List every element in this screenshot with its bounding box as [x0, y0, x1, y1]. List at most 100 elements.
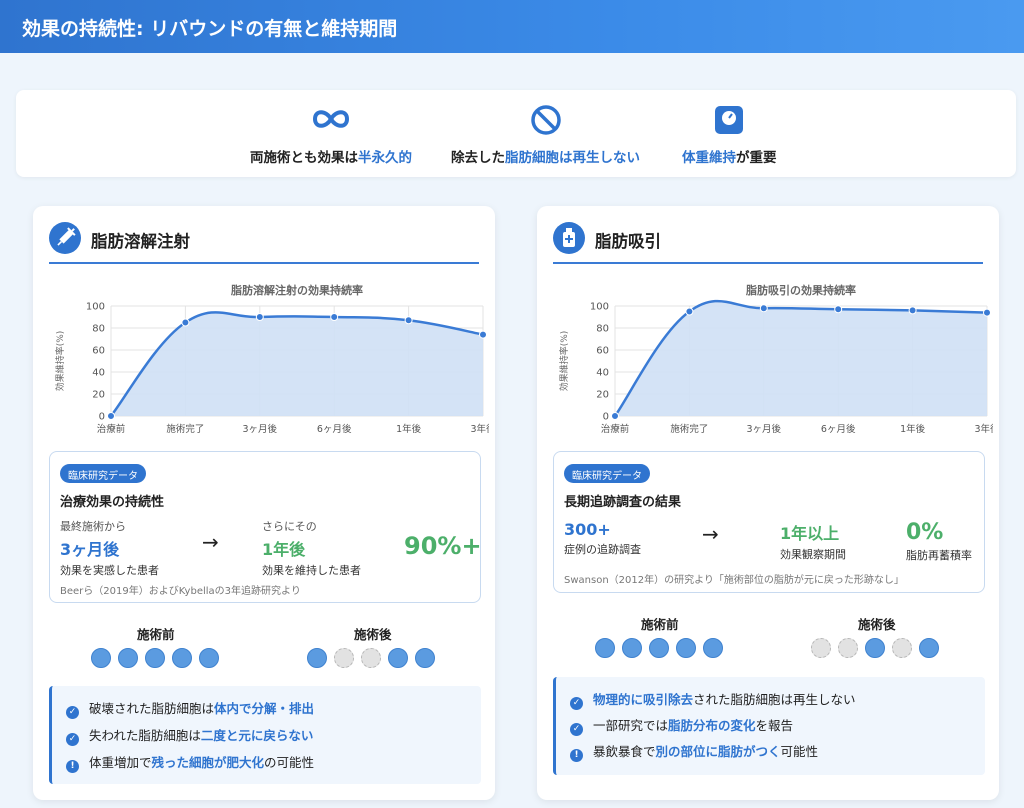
card-header: 脂肪吸引: [553, 222, 983, 264]
data-point: [404, 316, 413, 325]
stat-reaccumulation: 0% 脂肪再蓄積率: [906, 520, 972, 562]
y-tick-label: 60: [596, 346, 609, 357]
before-dots: [595, 638, 723, 658]
note-item: ✓ 破壊された脂肪細胞は体内で分解・排出: [66, 698, 314, 719]
page-title: 効果の持続性: リバウンドの有無と維持期間: [22, 18, 398, 40]
y-tick-label: 40: [596, 368, 609, 379]
infinity-icon: [250, 104, 412, 136]
fat-cell-dot: [388, 648, 408, 668]
x-tick-label: 1年後: [900, 423, 926, 435]
fat-cell-dot: [865, 638, 885, 658]
y-tick-label: 40: [92, 368, 105, 379]
data-point: [479, 330, 487, 339]
x-tick-label: 治療前: [97, 423, 126, 435]
y-tick-label: 80: [596, 324, 609, 335]
before-dots: [91, 648, 219, 668]
y-tick-label: 100: [86, 302, 105, 313]
card-injection: 脂肪溶解注射 脂肪溶解注射の効果持続率 0 20 40 60 80 100 治療前 施術完了 3ヶ…: [33, 206, 496, 800]
card-title: 脂肪溶解注射: [91, 232, 190, 251]
check-icon: ✓: [570, 723, 583, 736]
y-tick-label: 20: [596, 390, 609, 401]
stat-3months: 最終施術から 3ヶ月後 効果を実感した患者: [60, 520, 159, 577]
box-title: 治療効果の持続性: [60, 495, 165, 510]
stat-1year: さらにその 1年後 効果を維持した患者: [262, 520, 361, 577]
card-header: 脂肪溶解注射: [49, 222, 479, 264]
y-tick-label: 20: [92, 390, 105, 401]
fat-cell-dot: [172, 648, 192, 668]
arrow-icon: →: [702, 522, 719, 546]
weight-scale-icon: [682, 104, 777, 136]
removed-cell-dot: [811, 638, 831, 658]
note-item: ✓ 失われた脂肪細胞は二度と元に戻らない: [66, 725, 313, 746]
data-point: [759, 304, 768, 313]
removed-cell-dot: [361, 648, 381, 668]
x-tick-label: 治療前: [601, 423, 630, 435]
check-icon: ✓: [66, 733, 79, 746]
arrow-icon: →: [202, 530, 219, 554]
fat-cell-dot: [118, 648, 138, 668]
data-point: [983, 308, 991, 317]
clinical-badge: 臨床研究データ: [564, 464, 650, 483]
after-dots: [307, 648, 435, 668]
card-liposuction: 脂肪吸引 脂肪吸引の効果持続率 0 20 40 60 80 100 治療前 施術完了 3ヶ月後 6ヶ…: [537, 206, 1000, 800]
exclamation-icon: !: [570, 749, 583, 762]
note-item: ✓ 一部研究では脂肪分布の変化を報告: [570, 715, 793, 736]
x-tick-label: 3年後: [470, 423, 489, 435]
clinical-data-box: 臨床研究データ 治療効果の持続性 最終施術から 3ヶ月後 効果を実感した患者 →…: [49, 451, 482, 603]
fat-cell-dot: [919, 638, 939, 658]
fat-cell-dot: [91, 648, 111, 668]
fat-cell-dot: [595, 638, 615, 658]
before-label: 施術前: [641, 617, 679, 632]
after-label: 施術後: [354, 627, 392, 642]
y-axis-label: 効果維持率(%): [558, 331, 570, 392]
data-point: [107, 412, 115, 420]
chart-injection: 脂肪溶解注射の効果持続率 0 20 40 60 80 100 治療前 施術完了 3ヶ月後 6ヶ月後 1…: [49, 280, 496, 440]
chart-liposuction: 脂肪吸引の効果持続率 0 20 40 60 80 100 治療前 施術完了 3ヶ月後 6ヶ月後 1年後…: [553, 280, 1000, 440]
y-tick-label: 80: [92, 324, 105, 335]
x-tick-label: 6ヶ月後: [821, 423, 856, 435]
y-tick-label: 0: [603, 412, 609, 423]
chart-svg: 脂肪溶解注射の効果持続率 0 20 40 60 80 100 治療前 施術完了 3ヶ月後 6ヶ月後 1…: [54, 283, 496, 435]
stat-percent: 90%+: [404, 532, 482, 560]
clinical-data-box: 臨床研究データ 長期追跡調査の結果 300+ 症例の追跡調査 → 1年以上 効果…: [553, 451, 985, 593]
data-point: [330, 313, 339, 321]
source-note: Swanson（2012年）の研究より「施術部位の脂肪が元に戻った形跡なし」: [564, 575, 904, 586]
check-icon: ✓: [66, 706, 79, 719]
source-note: Beerら（2019年）およびKybellaの3年追跡研究より: [60, 586, 301, 597]
syringe-icon: [49, 222, 81, 254]
data-point: [611, 412, 619, 420]
x-tick-label: 3年後: [974, 423, 993, 435]
exclamation-icon: !: [66, 760, 79, 773]
clinical-badge: 臨床研究データ: [60, 464, 146, 483]
fat-cell-dot: [415, 648, 435, 668]
page-header: 効果の持続性: リバウンドの有無と維持期間: [0, 0, 1024, 53]
y-tick-label: 100: [590, 302, 609, 313]
stat-period: 1年以上 効果観察期間: [780, 524, 846, 561]
note-item: ✓ 物理的に吸引除去された脂肪細胞は再生しない: [570, 689, 856, 710]
y-tick-label: 60: [92, 346, 105, 357]
after-dots: [811, 638, 939, 658]
fat-cell-dot: [649, 638, 669, 658]
x-tick-label: 1年後: [396, 423, 422, 435]
area-fill: [615, 301, 987, 416]
y-axis-label: 効果維持率(%): [54, 331, 66, 392]
y-tick-label: 0: [99, 412, 105, 423]
data-point: [908, 306, 917, 315]
box-title: 長期追跡調査の結果: [564, 495, 682, 510]
removed-cell-dot: [334, 648, 354, 668]
chart-title: 脂肪溶解注射の効果持続率: [230, 283, 363, 297]
notes-list: ✓ 物理的に吸引除去された脂肪細胞は再生しない ✓ 一部研究では脂肪分布の変化を報告…: [553, 677, 985, 775]
after-label: 施術後: [858, 617, 896, 632]
x-tick-label: 6ヶ月後: [317, 423, 352, 435]
stat-cases: 300+ 症例の追跡調査: [564, 520, 641, 556]
data-point: [685, 307, 694, 316]
fat-cell-dot: [307, 648, 327, 668]
data-point: [834, 305, 843, 314]
prohibited-icon: [451, 104, 640, 136]
x-tick-label: 3ヶ月後: [747, 423, 782, 435]
fat-cell-dot: [703, 638, 723, 658]
before-label: 施術前: [137, 627, 175, 642]
chart-svg: 脂肪吸引の効果持続率 0 20 40 60 80 100 治療前 施術完了 3ヶ月後 6ヶ月後 1年後…: [558, 283, 1000, 435]
x-tick-label: 3ヶ月後: [243, 423, 278, 435]
chart-title: 脂肪吸引の効果持続率: [745, 283, 856, 297]
